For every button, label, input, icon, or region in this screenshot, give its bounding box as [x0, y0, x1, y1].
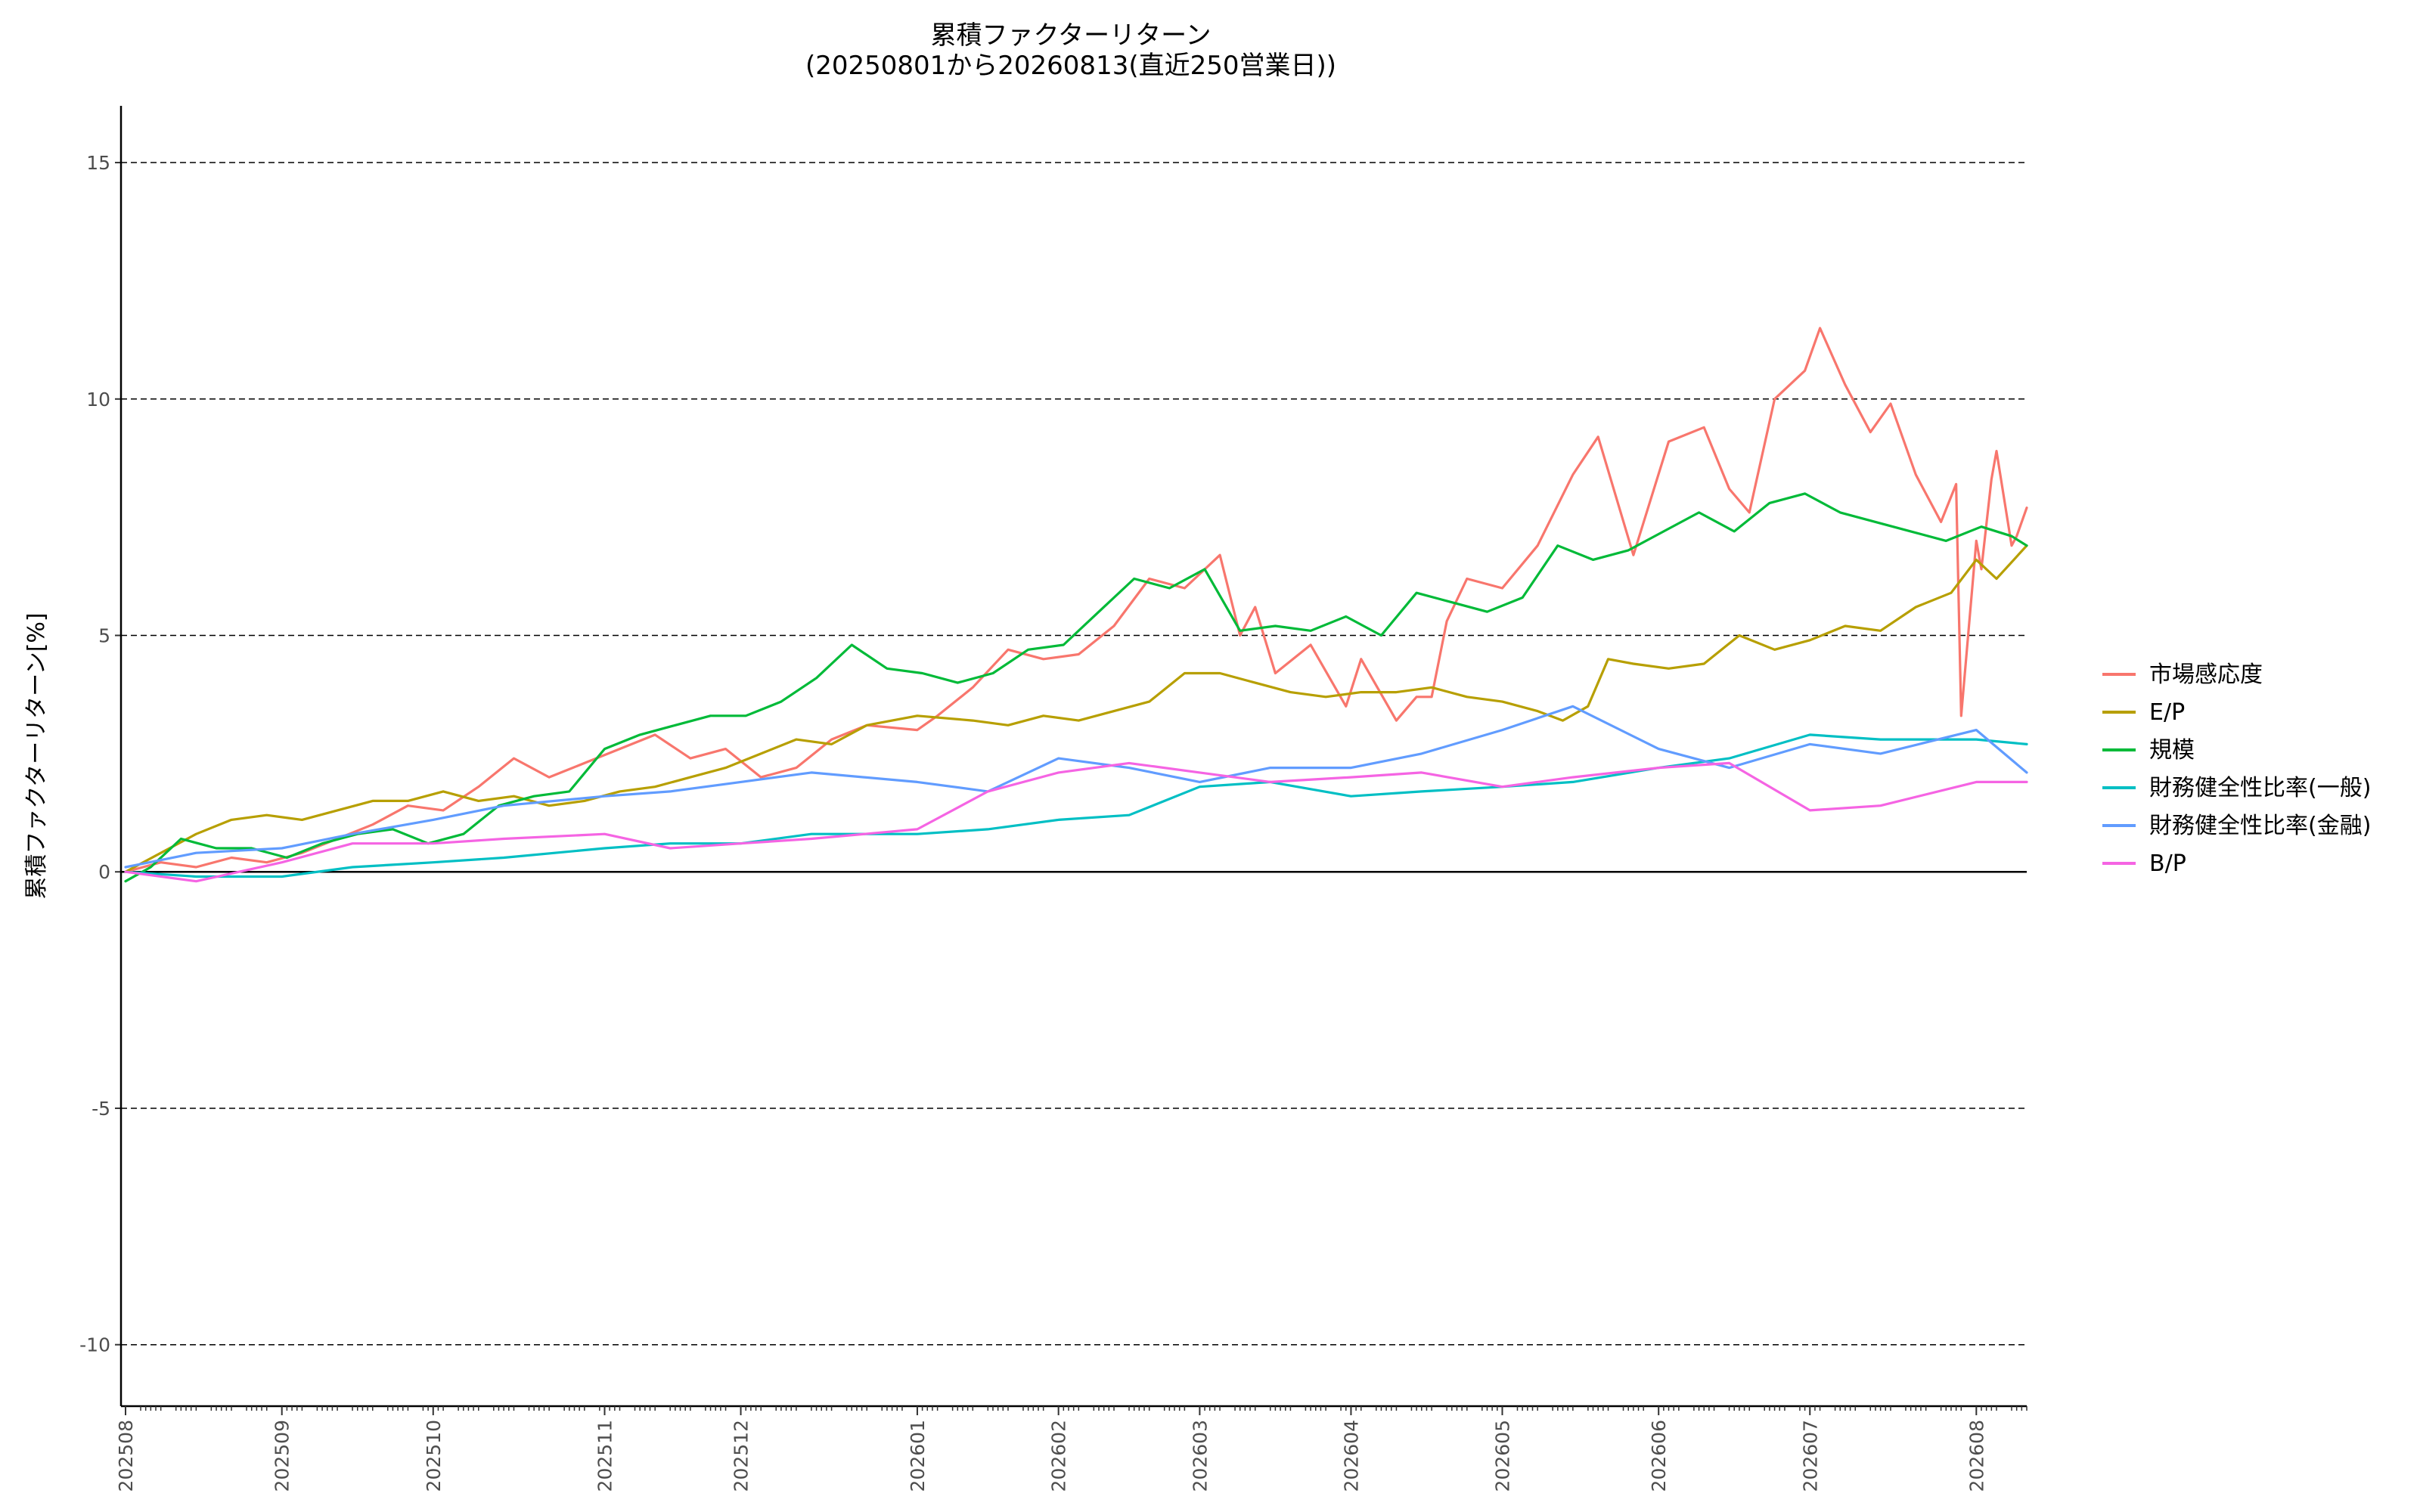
x-tick-label: 202512: [731, 1420, 752, 1492]
x-tick-label: 202606: [1648, 1420, 1670, 1492]
y-tick-label: 5: [98, 625, 110, 647]
y-tick-label: -5: [92, 1098, 110, 1120]
x-tick-label: 202601: [907, 1420, 929, 1492]
x-tick-label: 202510: [423, 1420, 445, 1492]
x-tick-label: 202605: [1491, 1420, 1513, 1492]
series-lines: [124, 327, 2028, 883]
y-axis-label: 累積ファクターリターン[%]: [23, 612, 50, 899]
legend-label: 財務健全性比率(一般): [2149, 775, 2371, 801]
chart-subtitle: (20250801から20260813(直近250営業日)): [805, 51, 1336, 81]
legend-label: 規模: [2149, 737, 2195, 764]
legend-label: B/P: [2149, 850, 2186, 877]
y-tick-label: 15: [86, 152, 110, 174]
x-tick-label: 202508: [115, 1420, 137, 1492]
legend-label: 財務健全性比率(金融): [2149, 813, 2371, 839]
x-tick-label: 202602: [1048, 1420, 1070, 1492]
legend-label: E/P: [2149, 699, 2185, 726]
y-tick-label: 10: [86, 389, 110, 411]
chart-title: 累積ファクターリターン: [931, 20, 1212, 51]
x-tick-label: 202607: [1799, 1420, 1821, 1492]
series-line-1: [124, 327, 2028, 873]
axes: -10 -5 0 5 10 15 202508 202509 202510 202511 20251…: [79, 106, 2028, 1492]
legend-label: 市場感応度: [2149, 662, 2263, 688]
x-tick-label: 202509: [271, 1420, 293, 1492]
y-tick-label: 0: [98, 861, 110, 883]
x-tick-label: 202608: [1965, 1420, 1987, 1492]
x-tick-label: 202604: [1340, 1420, 1362, 1492]
legend: 市場感応度 E/P 規模財務健全性比率(一般) 財務健全性比率(金融) B/P: [2102, 662, 2371, 877]
y-tick-label: -10: [79, 1334, 110, 1356]
gridlines: [121, 162, 2027, 1346]
chart-figure: 累積ファクターリターン (20250801から20260813(直近250営業日…: [23, 20, 2371, 1492]
x-tick-label: 202603: [1189, 1420, 1211, 1492]
x-tick-label: 202511: [594, 1420, 616, 1492]
